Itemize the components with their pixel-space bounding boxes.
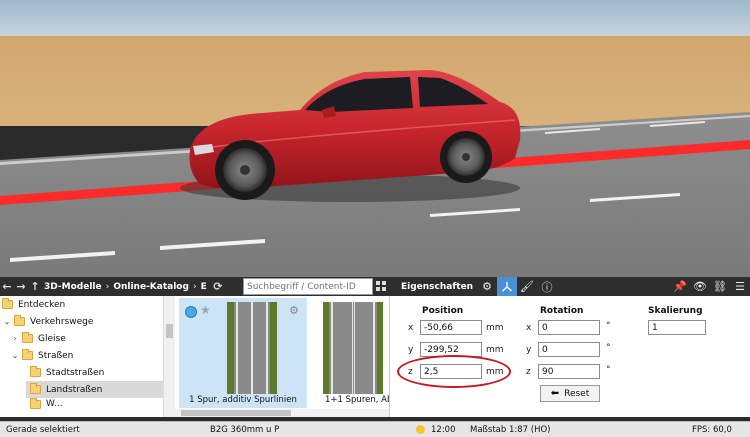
catalog-card-label: 1+1 Spuren, Abs xyxy=(325,395,389,405)
scrollbar-thumb[interactable] xyxy=(181,410,291,416)
up-arrow-icon[interactable]: ↑ xyxy=(28,280,42,293)
rotation-x-unit: ° xyxy=(606,321,611,331)
status-bar: Gerade selektiert B2G 360mm u P 12:00 Ma… xyxy=(0,421,750,437)
forward-arrow-icon[interactable]: → xyxy=(14,280,28,293)
position-z-label: z xyxy=(408,367,413,377)
rotation-x-label: x xyxy=(526,323,532,333)
rotation-z-label: z xyxy=(526,367,531,377)
position-y-unit: mm xyxy=(486,345,504,355)
breadcrumb-item[interactable]: 3D-Modelle xyxy=(42,282,104,292)
road-preview-icon xyxy=(227,302,277,394)
status-selection: Gerade selektiert xyxy=(6,425,80,435)
category-tree: Entdecken ⌄ Verkehrswege › Gleise ⌄ Stra… xyxy=(0,296,175,417)
tree-item-label: Verkehrswege xyxy=(30,316,94,327)
arrow-left-icon: ⬅ xyxy=(550,388,560,399)
tree-item[interactable]: › Gleise xyxy=(10,330,163,347)
status-scale[interactable]: Maßstab 1:87 (HO) xyxy=(470,425,550,435)
tree-item[interactable]: ⌄ Verkehrswege xyxy=(2,313,163,330)
sun-icon[interactable] xyxy=(416,425,425,434)
breadcrumb-separator-icon: › xyxy=(105,281,110,292)
position-z-field[interactable] xyxy=(420,364,482,379)
rotation-z-unit: ° xyxy=(606,365,611,375)
3d-viewport[interactable] xyxy=(0,0,750,277)
folder-icon xyxy=(14,315,25,326)
rotation-y-label: y xyxy=(526,345,532,355)
settings-icon[interactable]: ⚙ xyxy=(289,304,299,317)
chevron-right-icon[interactable]: › xyxy=(10,334,20,343)
position-y-label: y xyxy=(408,345,414,355)
position-x-unit: mm xyxy=(486,323,504,333)
breadcrumb-item[interactable]: E xyxy=(199,282,209,292)
tree-item[interactable]: W... xyxy=(30,398,163,410)
reset-button[interactable]: ⬅ Reset xyxy=(540,385,600,402)
position-z-unit: mm xyxy=(486,367,504,377)
folder-icon xyxy=(30,398,41,409)
pin-icon[interactable]: 📌 xyxy=(670,277,690,296)
folder-icon xyxy=(2,298,13,309)
breadcrumb-item[interactable]: Online-Katalog xyxy=(111,282,191,292)
position-x-field[interactable] xyxy=(420,320,482,335)
properties-title[interactable]: Eigenschaften xyxy=(389,282,477,292)
status-track-type: B2G 360mm u P xyxy=(210,425,280,435)
reset-label: Reset xyxy=(564,388,590,399)
scrollbar-thumb[interactable] xyxy=(166,324,173,338)
road-preview-icon xyxy=(323,302,383,394)
back-arrow-icon[interactable]: ← xyxy=(0,280,14,293)
menu-icon[interactable]: ☰ xyxy=(730,277,750,296)
link-icon[interactable]: ⛓ xyxy=(710,277,730,296)
transform-axes-icon[interactable] xyxy=(497,277,517,296)
position-x-label: x xyxy=(408,323,414,333)
rotation-header: Rotation xyxy=(540,306,584,316)
tree-item-label: Landstraßen xyxy=(46,384,103,395)
folder-icon xyxy=(22,349,33,360)
position-header: Position xyxy=(422,306,464,316)
search-input[interactable] xyxy=(243,278,373,295)
status-fps: FPS: 60,0 xyxy=(692,425,732,435)
folder-icon xyxy=(30,383,41,394)
tree-item-label: Stadtstraßen xyxy=(46,367,105,378)
breadcrumb-separator-icon: › xyxy=(192,281,197,292)
folder-icon xyxy=(30,366,41,377)
tree-item-label: Entdecken xyxy=(18,299,66,310)
star-icon[interactable]: ★ xyxy=(200,303,211,317)
properties-toolbar: Eigenschaften ⚙ 🖌 ⓘ 📌 👁 ⛓ ☰ xyxy=(389,277,750,296)
catalog-card-label: 1 Spur, additiv Spurlinien xyxy=(189,395,297,405)
tree-item[interactable]: Entdecken xyxy=(2,296,163,313)
tree-item-label: Gleise xyxy=(38,333,66,344)
tree-item[interactable]: Stadtstraßen xyxy=(30,364,163,381)
eye-icon[interactable]: 👁 xyxy=(690,277,710,296)
position-y-field[interactable] xyxy=(420,342,482,357)
info-icon[interactable]: ⓘ xyxy=(537,277,557,296)
catalog-card[interactable]: 1+1 Spuren, Abs xyxy=(313,298,389,408)
tree-item-selected[interactable]: Landstraßen xyxy=(26,381,163,398)
rotation-z-field[interactable] xyxy=(538,364,600,379)
grid-view-icon[interactable] xyxy=(375,280,387,292)
tree-item[interactable]: ⌄ Straßen xyxy=(10,347,163,364)
catalog-card-selected[interactable]: ★ ⚙ 1 Spur, additiv Spurlinien xyxy=(179,298,307,408)
scale-header: Skalierung xyxy=(648,306,703,316)
properties-panel: Position Rotation Skalierung x mm y mm z… xyxy=(389,296,750,417)
refresh-icon[interactable]: ⟳ xyxy=(211,280,225,293)
tree-scrollbar[interactable] xyxy=(163,296,175,417)
folder-icon xyxy=(22,332,33,343)
chevron-down-icon[interactable]: ⌄ xyxy=(2,317,12,326)
chevron-down-icon[interactable]: ⌄ xyxy=(10,351,20,360)
tree-item-label: W... xyxy=(46,399,63,409)
scale-field[interactable] xyxy=(648,320,706,335)
rotation-x-field[interactable] xyxy=(538,320,600,335)
tree-item-label: Straßen xyxy=(38,350,74,361)
status-time[interactable]: 12:00 xyxy=(431,425,456,435)
globe-icon xyxy=(185,306,197,318)
gear-icon[interactable]: ⚙ xyxy=(477,277,497,296)
catalog-grid: ★ ⚙ 1 Spur, additiv Spurlinien 1+1 Spure… xyxy=(175,296,389,417)
rotation-y-field[interactable] xyxy=(538,342,600,357)
paint-brush-icon[interactable]: 🖌 xyxy=(517,277,537,296)
catalog-scrollbar[interactable] xyxy=(175,409,389,417)
scene-render xyxy=(0,0,750,277)
catalog-toolbar: ← → ↑ 3D-Modelle › Online-Katalog › E ⟳ xyxy=(0,277,389,296)
rotation-y-unit: ° xyxy=(606,343,611,353)
